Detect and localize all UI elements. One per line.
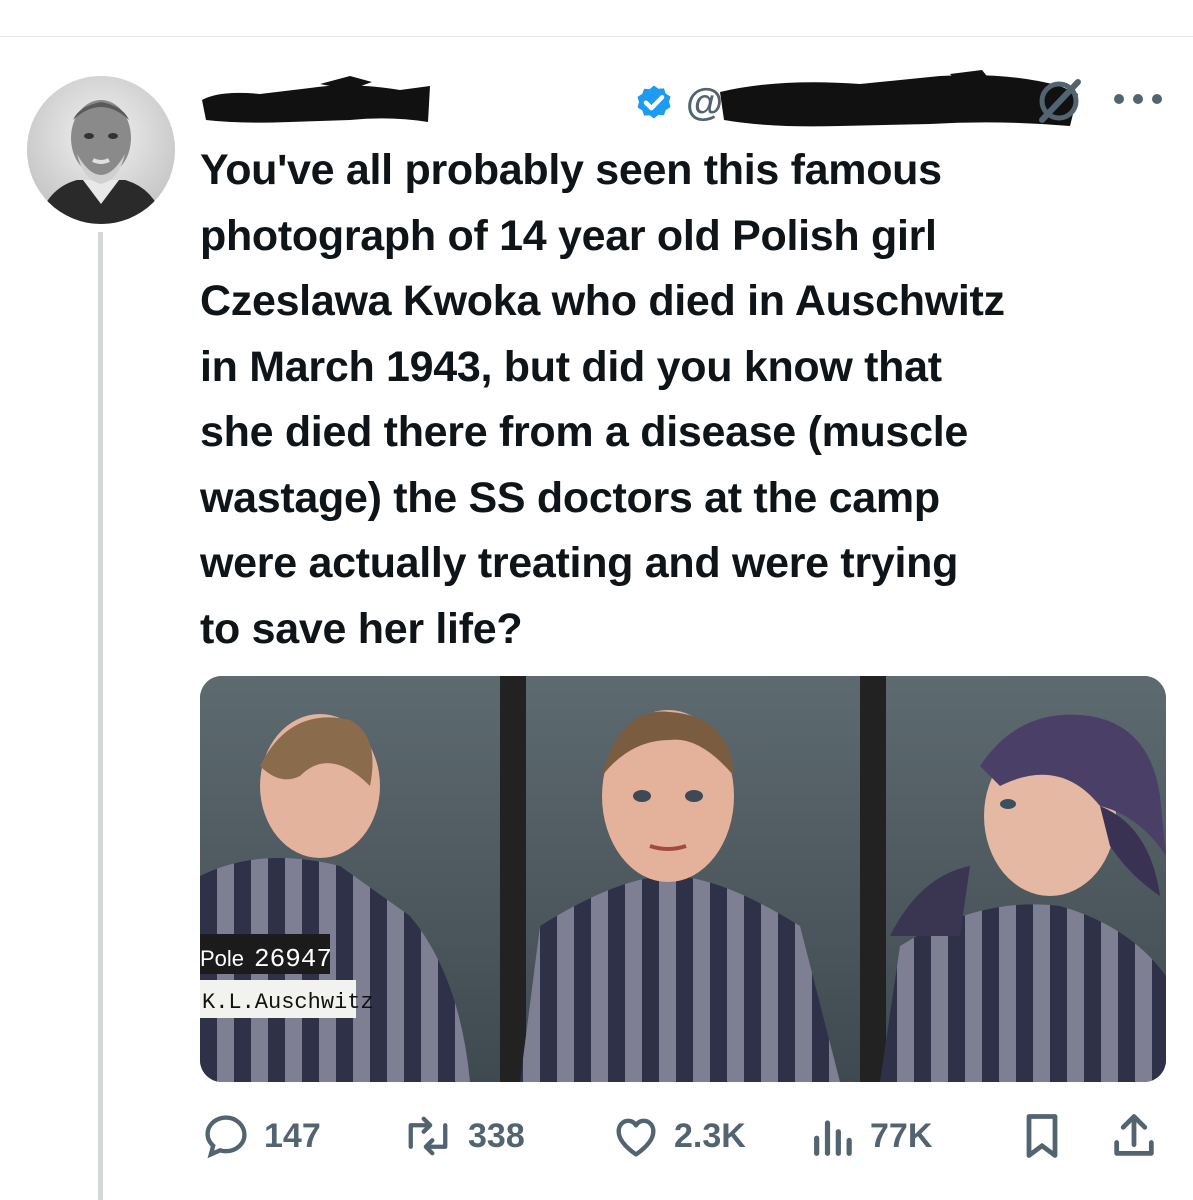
avatar-photo (27, 76, 175, 224)
like-button[interactable]: 2.3K (610, 1100, 746, 1172)
tweet-header: @ (200, 66, 1080, 136)
bookmark-icon (1026, 1114, 1058, 1158)
views-count: 77K (870, 1116, 933, 1155)
grok-icon[interactable] (1034, 76, 1084, 126)
sign-number: 26947 (254, 944, 332, 974)
sign-camp: K.L.Auschwitz (202, 990, 374, 1015)
repost-count: 338 (468, 1116, 525, 1155)
repost-icon (408, 1116, 448, 1156)
tweet-text: You've all probably seen this famous pho… (200, 146, 1005, 653)
like-icon (616, 1118, 656, 1157)
reply-icon (205, 1115, 247, 1159)
repost-button[interactable]: 338 (400, 1100, 525, 1172)
avatar[interactable] (27, 76, 175, 224)
redacted-handle (720, 70, 1078, 127)
verified-badge-icon (637, 85, 671, 119)
tweet-image[interactable]: Pole 26947 K.L.Auschwitz (200, 676, 1166, 1082)
share-button[interactable] (1110, 1100, 1158, 1172)
handle-prefix[interactable]: @ (686, 82, 723, 125)
redacted-display-name (202, 76, 430, 123)
views-button[interactable]: 77K (810, 1100, 932, 1172)
views-icon (814, 1120, 852, 1156)
sign-label-pole: Pole (200, 946, 244, 971)
reply-count: 147 (264, 1116, 321, 1155)
share-icon (1114, 1114, 1154, 1156)
reply-button[interactable]: 147 (200, 1100, 321, 1172)
like-count: 2.3K (674, 1116, 746, 1155)
thread-line (98, 232, 103, 1200)
more-options-icon[interactable] (1112, 92, 1164, 106)
bookmark-button[interactable] (1020, 1100, 1064, 1172)
tweet-action-bar: 147 338 2.3K 77K (200, 1100, 1166, 1172)
mugshot-triptych: Pole 26947 K.L.Auschwitz (200, 676, 1166, 1082)
top-divider (0, 36, 1193, 37)
